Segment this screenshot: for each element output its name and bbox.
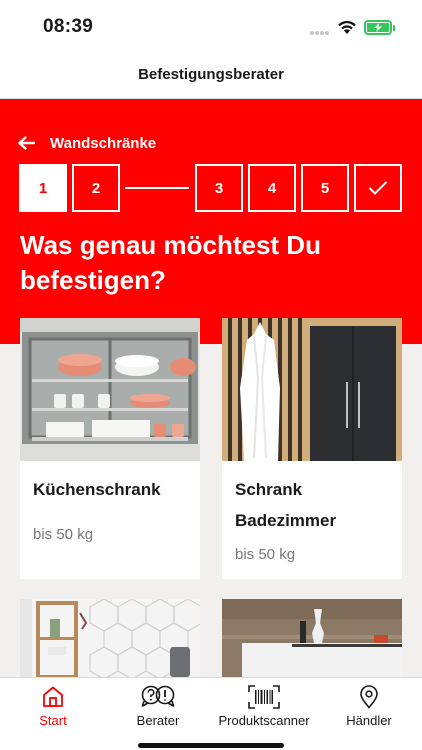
arrow-left-icon <box>18 136 35 150</box>
tab-label: Produktscanner <box>218 713 310 728</box>
card-title: Küchenschrank <box>33 480 161 499</box>
tab-label: Berater <box>136 713 180 728</box>
back-button[interactable]: Wandschränke <box>18 134 156 152</box>
bathroom-cabinet-image <box>222 318 402 461</box>
option-card-shelf[interactable] <box>20 599 200 677</box>
step-5[interactable]: 5 <box>301 164 349 212</box>
wall-shelf-image <box>222 599 402 677</box>
option-card-wall-shelf[interactable] <box>222 599 402 677</box>
tab-berater[interactable]: Berater <box>120 678 196 734</box>
checkmark-icon <box>368 181 388 195</box>
home-indicator <box>138 743 284 748</box>
tab-haendler[interactable]: Händler <box>331 678 407 734</box>
card-title: Schrank Badezimmer <box>235 480 337 530</box>
tab-label: Start <box>39 713 67 728</box>
wifi-icon <box>338 20 356 34</box>
page-title: Befestigungsberater <box>138 66 284 83</box>
barcode-scanner-icon <box>248 685 280 709</box>
step-connector <box>125 187 189 189</box>
step-1[interactable]: 1 <box>19 164 67 212</box>
battery-tip <box>393 25 395 31</box>
step-3[interactable]: 3 <box>195 164 243 212</box>
tab-label: Händler <box>346 713 392 728</box>
option-card-bathroom-cabinet[interactable]: Schrank Badezimmer bis 50 kg <box>222 318 402 579</box>
option-card-kitchen-cabinet[interactable]: Küchenschrank bis 50 kg <box>20 318 200 579</box>
question-heading: Was genau möchtest Du befestigen? <box>20 230 321 295</box>
cellular-signal-icon <box>310 31 330 35</box>
battery-icon <box>364 20 392 35</box>
step-2[interactable]: 2 <box>72 164 120 212</box>
kitchen-cabinet-image <box>20 318 200 461</box>
step-4[interactable]: 4 <box>248 164 296 212</box>
tab-bar: Start Berater Produktscanner Händler <box>0 677 422 750</box>
tab-start[interactable]: Start <box>15 678 91 734</box>
home-icon <box>43 686 63 707</box>
status-bar: 08:39 <box>0 0 422 50</box>
card-weight-limit: bis 50 kg <box>235 546 296 563</box>
step-done[interactable] <box>354 164 402 212</box>
navigation-bar: Befestigungsberater <box>0 50 422 99</box>
shelf-image <box>20 599 200 677</box>
breadcrumb-label: Wandschränke <box>50 134 157 152</box>
location-pin-icon <box>360 685 378 709</box>
card-weight-limit: bis 50 kg <box>33 526 94 543</box>
status-time: 08:39 <box>43 16 94 37</box>
question-bubbles-icon <box>141 685 175 707</box>
tab-produktscanner[interactable]: Produktscanner <box>212 678 316 734</box>
